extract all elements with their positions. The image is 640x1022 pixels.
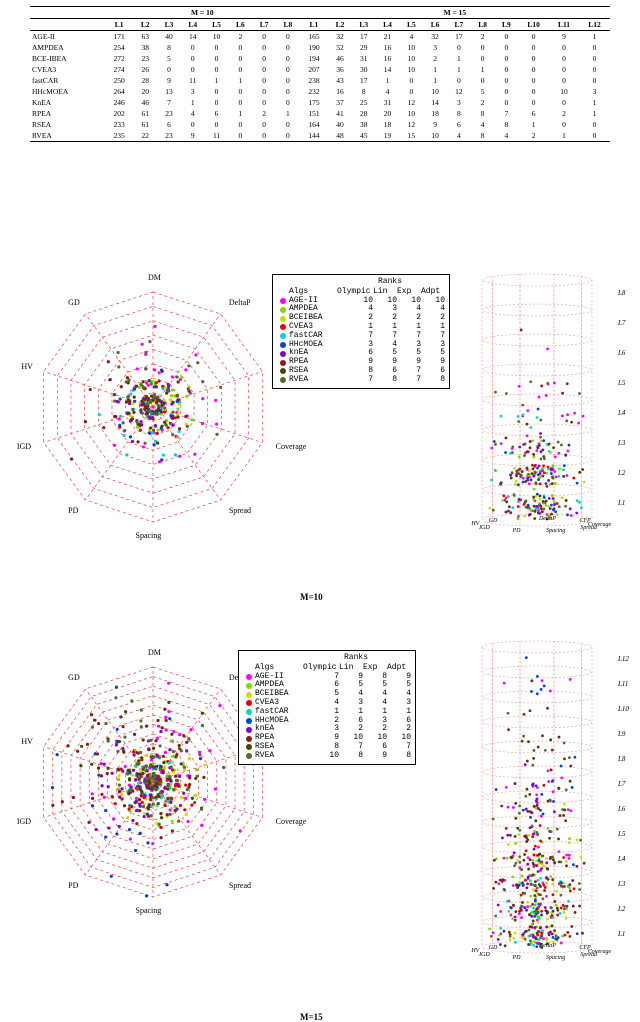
radar-chart-m10: [18, 272, 288, 542]
legend-m10: Ranks Algs Olympic Lin Exp Adpt AGE-II10…: [272, 274, 450, 389]
data-table: M = 10 M = 15 L1L2L3L4L5L6L7L8L1L2L3L4L5…: [0, 0, 640, 142]
cylinder-chart-m15: [472, 637, 622, 967]
legend-m15: Ranks Algs Olympic Lin Exp Adpt AGE-II79…: [238, 650, 416, 765]
caption-m10: M=10: [300, 592, 323, 602]
legend-ranks-title: Ranks: [335, 278, 445, 287]
cylinder-chart-m10: [472, 270, 622, 550]
group-header-m10: M = 10: [105, 7, 300, 19]
caption-m15: M=15: [300, 1012, 323, 1022]
group-header-m15: M = 15: [300, 7, 610, 19]
